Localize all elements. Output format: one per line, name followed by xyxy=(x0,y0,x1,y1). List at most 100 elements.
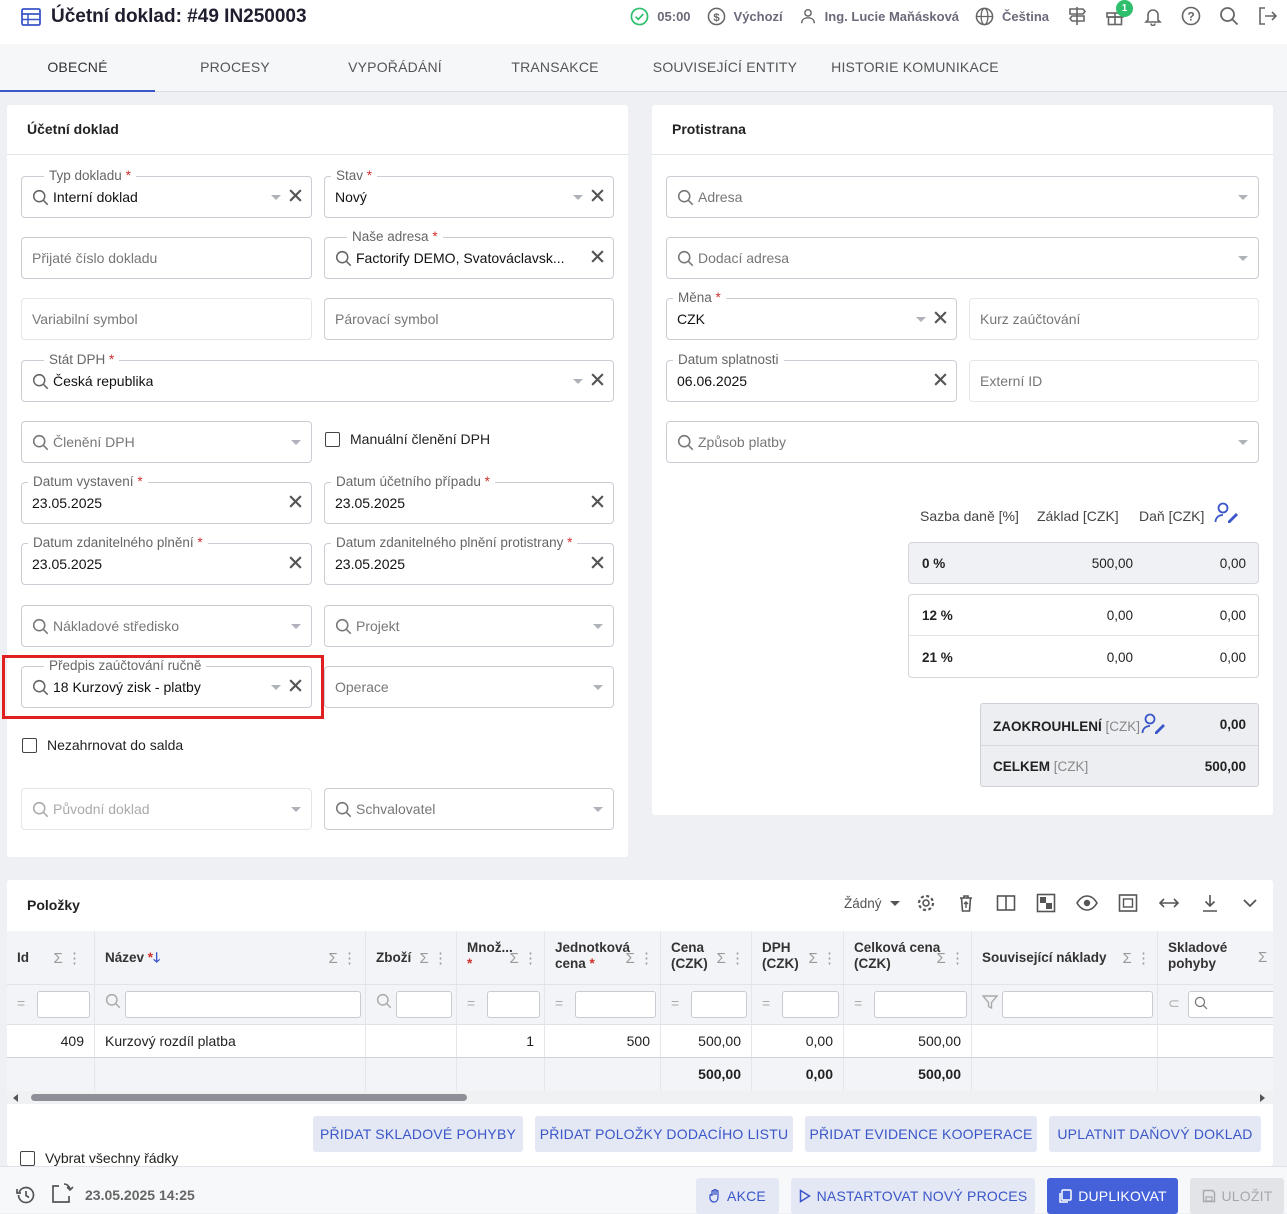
chevron-down-icon[interactable] xyxy=(573,195,583,200)
datum-splatnosti-field[interactable]: Datum splatnosti 06.06.2025 xyxy=(666,352,957,402)
close-icon[interactable] xyxy=(590,372,605,387)
typ-dokladu-select[interactable]: Typ dokladu * Interní doklad xyxy=(21,168,312,218)
add-delivery-note-items-button[interactable]: PŘIDAT POLOŽKY DODACÍHO LISTU xyxy=(535,1116,793,1152)
column-header-mnozstvi[interactable]: Množ... * Σ ⋮ xyxy=(457,931,545,985)
filter-input[interactable] xyxy=(1188,991,1273,1018)
bell-icon[interactable] xyxy=(1143,6,1163,26)
scroll-right-icon[interactable] xyxy=(1260,1094,1265,1102)
timestamp-edit-icon[interactable] xyxy=(51,1182,75,1204)
filter-input[interactable] xyxy=(575,991,656,1018)
stat-dph-select[interactable]: Stát DPH * Česká republika xyxy=(21,352,614,402)
scroll-left-icon[interactable] xyxy=(13,1094,18,1102)
filter-input[interactable] xyxy=(874,991,967,1018)
layout-icon[interactable] xyxy=(1036,893,1056,913)
actions-button[interactable]: AKCE xyxy=(696,1178,779,1214)
table-cell-mnozstvi[interactable]: 1 xyxy=(457,1025,545,1058)
tab-vyporadani[interactable]: VYPOŘÁDÁNÍ xyxy=(315,44,475,92)
select-all-rows-checkbox[interactable]: Vybrat všechny řádky xyxy=(20,1150,178,1166)
filter-input[interactable] xyxy=(782,991,839,1018)
user-menu[interactable]: Ing. Lucie Maňásková xyxy=(799,7,959,25)
duplicate-button[interactable]: DUPLIKOVAT xyxy=(1047,1178,1178,1214)
schvalovatel-select[interactable]: Schvalovatel xyxy=(324,788,614,830)
column-header-skladove-pohyby[interactable]: Skladové pohyby Σ xyxy=(1158,931,1273,985)
chevron-down-icon[interactable] xyxy=(593,624,603,629)
table-cell-skladove[interactable] xyxy=(1158,1025,1273,1058)
sigma-icon[interactable]: Σ ⋮ xyxy=(510,949,538,967)
add-cooperation-records-button[interactable]: PŘIDAT EVIDENCE KOOPERACE xyxy=(805,1116,1037,1152)
chevron-down-icon[interactable] xyxy=(593,807,603,812)
table-cell-souvisejici[interactable] xyxy=(972,1025,1158,1058)
columns-icon[interactable] xyxy=(996,893,1016,913)
sigma-icon[interactable]: Σ ⋮ xyxy=(1123,949,1151,967)
close-icon[interactable] xyxy=(590,188,605,203)
column-header-cena[interactable]: Cena (CZK) Σ ⋮ xyxy=(661,931,752,985)
filter-input[interactable] xyxy=(487,991,540,1018)
mena-select[interactable]: Měna * CZK xyxy=(666,290,957,340)
sigma-icon[interactable]: Σ ⋮ xyxy=(329,949,357,967)
chevron-down-icon[interactable] xyxy=(1240,893,1260,913)
column-header-id[interactable]: Id Σ ⋮ xyxy=(7,931,95,985)
dodaci-adresa-select[interactable]: Dodací adresa xyxy=(666,237,1259,279)
close-icon[interactable] xyxy=(933,372,948,387)
table-cell-zbozi[interactable] xyxy=(366,1025,457,1058)
filter-input[interactable] xyxy=(37,991,90,1018)
table-cell-jednotkova[interactable]: 500 xyxy=(545,1025,661,1058)
tab-souvisejici-entity[interactable]: SOUVISEJÍCÍ ENTITY xyxy=(635,44,815,92)
datum-zdanitelneho-field[interactable]: Datum zdanitelného plnění * 23.05.2025 xyxy=(21,535,312,585)
column-header-dph[interactable]: DPH (CZK) Σ ⋮ xyxy=(752,931,844,985)
gift-icon[interactable]: 1 xyxy=(1105,0,1133,26)
column-header-souvisejici-naklady[interactable]: Související náklady Σ ⋮ xyxy=(972,931,1158,985)
settings-icon[interactable] xyxy=(916,893,936,913)
stav-select[interactable]: Stav * Nový xyxy=(324,168,614,218)
datum-vystaveni-field[interactable]: Datum vystavení * 23.05.2025 xyxy=(21,474,312,524)
sort-arrow-down-icon[interactable]: 🡓 xyxy=(153,950,160,965)
chevron-down-icon[interactable] xyxy=(916,317,926,322)
sigma-icon[interactable]: Σ xyxy=(1258,949,1267,966)
table-cell-celkova[interactable]: 500,00 xyxy=(844,1025,972,1058)
search-icon[interactable] xyxy=(1219,6,1239,26)
tab-procesy[interactable]: PROCESY xyxy=(155,44,315,92)
prijate-cislo-field[interactable]: Přijaté číslo dokladu xyxy=(21,237,312,279)
nase-adresa-select[interactable]: Naše adresa * Factorify DEMO, Svatovácla… xyxy=(324,229,614,279)
profile-selector[interactable]: $ Výchozí xyxy=(707,7,783,26)
chevron-down-icon[interactable] xyxy=(291,440,301,445)
horizontal-scrollbar[interactable] xyxy=(7,1091,1273,1104)
table-cell-dph[interactable]: 0,00 xyxy=(752,1025,844,1058)
eye-icon[interactable] xyxy=(1075,893,1098,913)
resize-horizontal-icon[interactable] xyxy=(1158,893,1180,913)
zpusob-platby-select[interactable]: Způsob platby xyxy=(666,421,1259,463)
sigma-icon[interactable]: Σ ⋮ xyxy=(54,949,82,967)
logout-icon[interactable] xyxy=(1257,6,1277,26)
column-header-jednotkova-cena[interactable]: Jednotková cena * Σ ⋮ xyxy=(545,931,661,985)
chevron-down-icon[interactable] xyxy=(1238,195,1248,200)
projekt-select[interactable]: Projekt xyxy=(324,605,614,647)
sigma-icon[interactable]: Σ ⋮ xyxy=(809,949,837,967)
table-cell-nazev[interactable]: Kurzový rozdíl platba xyxy=(95,1025,366,1058)
sigma-icon[interactable]: Σ ⋮ xyxy=(937,949,965,967)
filter-input[interactable] xyxy=(1002,991,1153,1018)
table-cell-id[interactable]: 409 xyxy=(7,1025,95,1058)
edit-user-icon[interactable] xyxy=(1214,502,1240,524)
manualni-cleneni-checkbox[interactable]: Manuální členění DPH xyxy=(325,431,490,447)
chevron-down-icon[interactable] xyxy=(291,807,301,812)
close-icon[interactable] xyxy=(590,494,605,509)
start-new-process-button[interactable]: NASTARTOVAT NOVÝ PROCES xyxy=(791,1178,1035,1214)
close-icon[interactable] xyxy=(288,494,303,509)
tab-transakce[interactable]: TRANSAKCE xyxy=(475,44,635,92)
chevron-down-icon[interactable] xyxy=(573,379,583,384)
filter-input[interactable] xyxy=(691,991,747,1018)
fit-icon[interactable] xyxy=(1118,893,1138,913)
session-timer[interactable]: 05:00 xyxy=(630,7,691,26)
filter-input[interactable] xyxy=(396,991,452,1018)
chevron-down-icon[interactable] xyxy=(291,624,301,629)
nezahrnovat-checkbox[interactable]: Nezahrnovat do salda xyxy=(22,737,183,753)
adresa-select[interactable]: Adresa xyxy=(666,176,1259,218)
language-selector[interactable]: Čeština xyxy=(975,7,1049,26)
column-header-zbozi[interactable]: Zboží Σ ⋮ xyxy=(366,931,457,985)
delete-icon[interactable] xyxy=(956,893,976,913)
tab-historie-komunikace[interactable]: HISTORIE KOMUNIKACE xyxy=(815,44,1015,92)
chevron-down-icon[interactable] xyxy=(593,685,603,690)
column-header-nazev[interactable]: Název *🡓 Σ ⋮ xyxy=(95,931,366,985)
chevron-down-icon[interactable] xyxy=(1238,256,1248,261)
apply-tax-document-button[interactable]: UPLATNIT DAŇOVÝ DOKLAD xyxy=(1049,1116,1261,1152)
